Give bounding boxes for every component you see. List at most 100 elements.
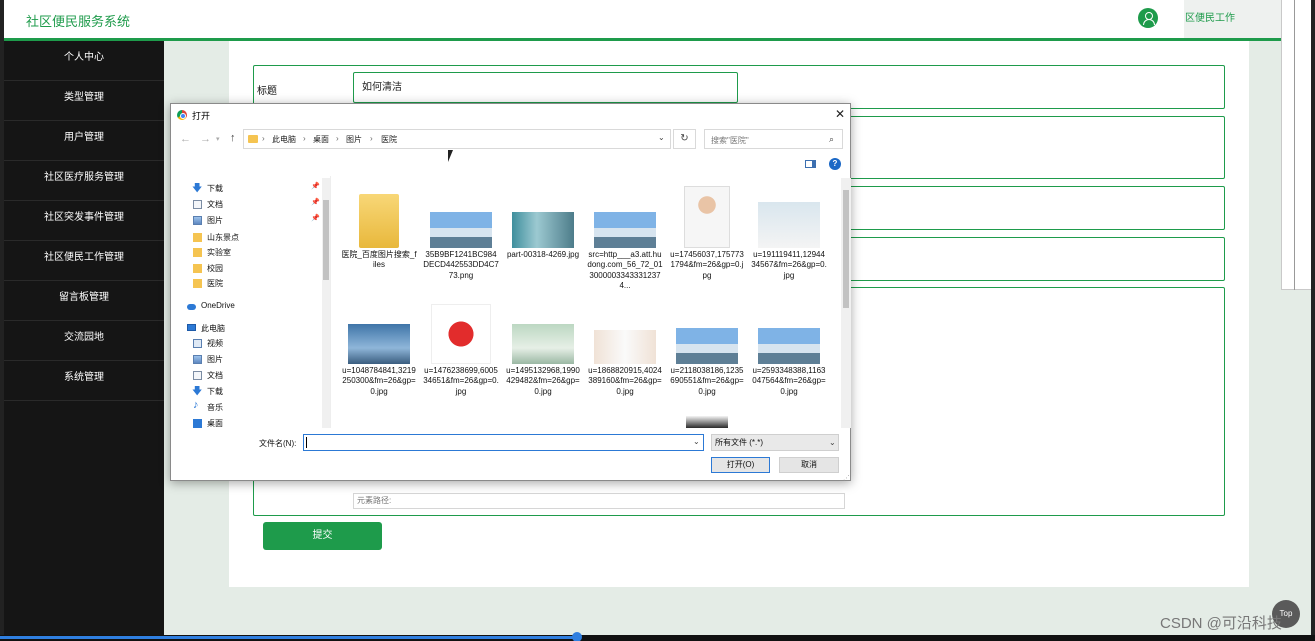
pc-icon — [187, 324, 196, 331]
watermark: CSDN @可沿科技 — [1160, 615, 1282, 632]
close-icon[interactable]: ✕ — [833, 107, 847, 121]
tree-item-label: 文档 — [207, 371, 223, 380]
download-icon — [192, 384, 202, 401]
filename-input[interactable]: ⌄ — [303, 434, 704, 451]
tree-item[interactable]: 此电脑 — [187, 322, 321, 337]
chevron-down-icon[interactable]: ⌄ — [658, 133, 665, 142]
file-item[interactable]: u=1868820915,4024389160&fm=26&gp=0.jpg — [587, 296, 663, 412]
help-icon[interactable]: ? — [829, 158, 841, 170]
file-name: 35B9BF1241BC984DECD442553DD4C773.png — [423, 250, 499, 280]
tree-item[interactable]: 下载 — [192, 384, 321, 401]
pin-icon: 📌 — [311, 183, 320, 190]
file-type-value: 所有文件 (*.*) — [715, 438, 763, 447]
folder-item[interactable]: 医院_百度图片搜索_files — [341, 178, 417, 294]
recent-dropdown-icon[interactable]: ▾ — [216, 135, 220, 143]
sidebar-item-convenience-work[interactable]: 社区便民工作管理 — [4, 241, 164, 281]
tree-item[interactable]: 桌面 — [193, 417, 321, 428]
chevron-right-icon: › — [336, 134, 339, 143]
tree-item[interactable]: 文档 📌 — [193, 198, 321, 213]
image-thumbnail-icon — [684, 186, 730, 248]
tree-scrollbar[interactable] — [322, 178, 330, 428]
tree-item[interactable]: 医院 — [193, 277, 321, 292]
tree-item-label: 医院 — [207, 279, 223, 288]
address-bar[interactable]: › 此电脑 › 桌面 › 图片 › 医院 ⌄ — [243, 129, 671, 149]
pin-icon: 📌 — [311, 199, 320, 206]
file-name: part-00318-4269.jpg — [506, 250, 580, 259]
tree-item[interactable]: 音乐 — [193, 399, 321, 416]
tree-item[interactable]: 实验室 — [193, 246, 321, 261]
back-arrow-icon[interactable]: ← — [180, 133, 191, 145]
tree-item[interactable]: 山东景点 — [193, 231, 321, 246]
top-nav-tab[interactable]: 区便民工作 — [1184, 0, 1281, 38]
image-thumbnail-icon — [431, 304, 491, 364]
file-type-select[interactable]: 所有文件 (*.*) ⌄ — [711, 434, 839, 451]
filename-label: 文件名(N): — [259, 439, 297, 448]
tree-item[interactable]: 视频 — [193, 337, 321, 352]
cancel-button[interactable]: 取消 — [779, 457, 839, 473]
file-item[interactable]: u=191119411,1294434567&fm=26&gp=0.jpg — [751, 178, 827, 294]
breadcrumb-item[interactable]: 此电脑 — [272, 134, 296, 145]
file-grid-scrollbar[interactable] — [841, 178, 851, 428]
music-icon — [193, 399, 202, 412]
chevron-right-icon: › — [370, 134, 373, 143]
file-item[interactable]: u=1048784841,3219250300&fm=26&gp=0.jpg — [341, 296, 417, 412]
tree-item[interactable]: OneDrive — [187, 300, 321, 315]
folder-icon — [193, 248, 202, 257]
sidebar: 个人中心 类型管理 用户管理 社区医疗服务管理 社区突发事件管理 社区便民工作管… — [4, 41, 164, 641]
sidebar-item-message-board[interactable]: 留言板管理 — [4, 281, 164, 321]
resize-grip-icon[interactable]: ⋰ — [843, 474, 850, 482]
refresh-icon[interactable]: ↻ — [673, 129, 696, 149]
folder-icon — [359, 194, 399, 248]
tree-item[interactable]: 图片 — [193, 353, 321, 368]
document-icon — [193, 200, 202, 209]
tree-item-label: 视频 — [207, 339, 223, 348]
sidebar-item-personal-center[interactable]: 个人中心 — [4, 41, 164, 81]
file-item[interactable]: u=17456037,1757731794&fm=26&gp=0.jpg — [669, 178, 745, 294]
file-name: u=2118038186,1235690551&fm=26&gp=0.jpg — [670, 366, 744, 396]
tree-item-label: 此电脑 — [201, 324, 225, 333]
image-thumbnail-icon — [686, 416, 728, 428]
file-item[interactable]: u=1495132968,1990429482&fm=26&gp=0.jpg — [505, 296, 581, 412]
image-thumbnail-icon — [594, 330, 656, 364]
tree-item[interactable]: 下载 📌 — [192, 181, 321, 198]
folder-icon — [193, 233, 202, 242]
sidebar-item-forum[interactable]: 交流园地 — [4, 321, 164, 361]
breadcrumb-item[interactable]: 图片 — [346, 134, 362, 145]
image-thumbnail-icon — [348, 324, 410, 364]
tree-item-label: 下载 — [207, 387, 223, 396]
file-item[interactable]: 35B9BF1241BC984DECD442553DD4C773.png — [423, 178, 499, 294]
breadcrumb-item[interactable]: 桌面 — [313, 134, 329, 145]
submit-button[interactable]: 提交 — [263, 522, 382, 550]
file-item[interactable]: src=http___a3.att.hudong.com_56_72_01300… — [587, 178, 663, 294]
user-avatar-icon[interactable] — [1138, 8, 1158, 28]
tree-item-label: OneDrive — [201, 301, 235, 310]
file-item[interactable]: u=2593348388,1163047564&fm=26&gp=0.jpg — [751, 296, 827, 412]
document-icon — [193, 371, 202, 380]
tree-item-label: 图片 — [207, 355, 223, 364]
sidebar-item-system-management[interactable]: 系统管理 — [4, 361, 164, 401]
tree-item[interactable]: 文档 — [193, 369, 321, 384]
sidebar-item-medical-service[interactable]: 社区医疗服务管理 — [4, 161, 164, 201]
search-input[interactable]: 搜索"医院" ⌕ — [704, 129, 843, 149]
sidebar-item-user-management[interactable]: 用户管理 — [4, 121, 164, 161]
title-input[interactable]: 如何清洁 — [353, 72, 738, 103]
progress-line — [0, 632, 1315, 641]
file-name: u=1868820915,4024389160&fm=26&gp=0.jpg — [588, 366, 662, 396]
image-thumbnail-icon — [512, 324, 574, 364]
forward-arrow-icon[interactable]: → — [200, 133, 211, 145]
tree-item[interactable]: 图片 📌 — [193, 214, 321, 229]
up-arrow-icon[interactable]: ↑ — [230, 132, 236, 144]
file-name: u=1476238699,600534651&fm=26&gp=0.jpg — [423, 366, 499, 396]
preview-pane-icon[interactable] — [805, 160, 816, 168]
download-icon — [192, 181, 202, 198]
file-item[interactable]: u=1476238699,600534651&fm=26&gp=0.jpg — [423, 296, 499, 412]
open-button[interactable]: 打开(O) — [711, 457, 770, 473]
sidebar-item-emergency-events[interactable]: 社区突发事件管理 — [4, 201, 164, 241]
chevron-down-icon[interactable]: ⌄ — [693, 437, 700, 446]
sidebar-item-type-management[interactable]: 类型管理 — [4, 81, 164, 121]
file-item[interactable]: part-00318-4269.jpg — [505, 178, 581, 294]
chevron-right-icon: › — [303, 134, 306, 143]
breadcrumb-item[interactable]: 医院 — [381, 134, 397, 145]
file-item[interactable]: u=2118038186,1235690551&fm=26&gp=0.jpg — [669, 296, 745, 412]
tree-item[interactable]: 校园 — [193, 262, 321, 277]
